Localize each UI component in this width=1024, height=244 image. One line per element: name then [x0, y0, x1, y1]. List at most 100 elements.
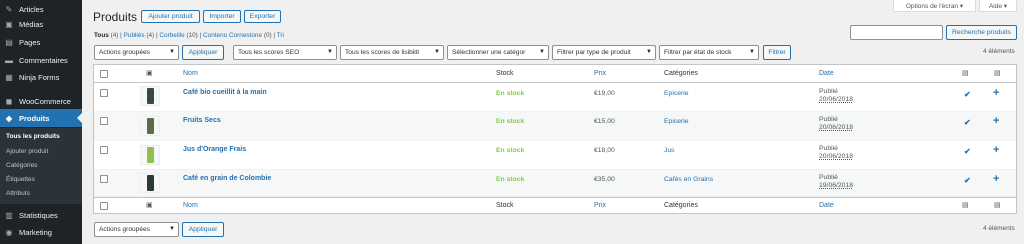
product-date: Publié 20/06/2018	[819, 145, 854, 160]
filter-cornerstone-link[interactable]: Contenu Cornestone (0)	[203, 32, 272, 39]
pages-icon: ▤	[5, 37, 13, 47]
comments-icon: ▬	[5, 55, 13, 65]
media-icon: ▣	[5, 19, 13, 29]
product-name-link[interactable]: Fruits Secs	[183, 117, 221, 124]
filter-published-link[interactable]: Publiés (4)	[124, 32, 155, 39]
seo-check-icon: ✔	[964, 147, 971, 156]
product-date: Publié 20/06/2018	[819, 88, 854, 103]
status-filter-links: Tous (4) | Publiés (4) | Corbeille (10) …	[94, 32, 284, 39]
category-link[interactable]: Jus	[664, 147, 675, 154]
category-link[interactable]: Epicerie	[664, 90, 689, 97]
product-name-link[interactable]: Café en grain de Colombie	[183, 175, 271, 182]
chevron-down-icon: ▼	[327, 49, 333, 55]
products-icon: ◆	[5, 113, 13, 123]
date-column-header[interactable]: Date	[819, 70, 834, 77]
filter-trash-link[interactable]: Corbeille (10)	[159, 32, 197, 39]
sidebar-item-produits[interactable]: ◆ Produits	[0, 109, 82, 127]
product-name-link[interactable]: Jus d'Orange Frais	[183, 146, 246, 153]
seo-column-icon: ▤	[962, 70, 969, 77]
row-checkbox[interactable]	[100, 146, 108, 154]
seo-check-icon: ✔	[964, 90, 971, 99]
add-icon[interactable]: +	[993, 87, 999, 99]
submenu-categories[interactable]: Catégories	[6, 162, 37, 169]
search-products-button[interactable]: Recherche produits	[946, 25, 1017, 40]
table-row: Café en grain de Colombie En stock €35,0…	[94, 170, 1016, 197]
price-column-footer[interactable]: Prix	[594, 202, 606, 209]
chevron-down-icon: ▼	[169, 49, 175, 55]
seo-column-icon: ▤	[962, 202, 969, 209]
add-product-button[interactable]: Ajouter produit	[141, 10, 200, 23]
product-price: €19,00	[594, 90, 615, 97]
sidebar-item-woocommerce[interactable]: ◼ WooCommerce	[0, 92, 82, 110]
product-price: €35,00	[594, 176, 615, 183]
import-button[interactable]: Importer	[203, 10, 241, 23]
date-column-footer[interactable]: Date	[819, 202, 834, 209]
readability-select[interactable]: Tous les scores de lisibilit ▼	[340, 45, 444, 60]
submenu-all-products[interactable]: Tous les produits	[6, 133, 60, 140]
category-select[interactable]: Sélectionner une catégor ▼	[447, 45, 549, 60]
table-row: Jus d'Orange Frais En stock €18,00 Jus P…	[94, 141, 1016, 170]
sidebar-item-comments[interactable]: ▬ Commentaires	[0, 51, 82, 69]
category-link[interactable]: Cafés en Grains	[664, 176, 713, 183]
submenu-attributes[interactable]: Attributs	[6, 190, 30, 197]
category-link[interactable]: Epicerie	[664, 118, 689, 125]
chevron-down-icon: ▼	[539, 49, 545, 55]
seo-score-select[interactable]: Tous les scores SEO ▼	[233, 45, 337, 60]
sort-link[interactable]: Tri	[277, 32, 284, 39]
product-image	[146, 147, 154, 163]
items-count-bottom: 4 éléments	[983, 225, 1015, 232]
image-column-icon: ▣	[146, 70, 153, 77]
chevron-down-icon: ▼	[749, 49, 755, 55]
table-row: Café bio cueillit à la main En stock €19…	[94, 84, 1016, 112]
product-thumbnail[interactable]	[140, 116, 160, 136]
price-column-header[interactable]: Prix	[594, 70, 606, 77]
products-submenu: Tous les produits Ajouter produit Catégo…	[0, 128, 82, 204]
search-input[interactable]	[850, 25, 943, 40]
stock-status-select[interactable]: Filtrer par état de stock ▼	[659, 45, 759, 60]
sidebar-item-ninja-forms[interactable]: ▦ Ninja Forms	[0, 68, 82, 86]
products-table: ▣ Nom Stock Prix Catégories Date ▤ ▤ Caf…	[93, 64, 1017, 214]
export-button[interactable]: Exporter	[244, 10, 281, 23]
add-icon[interactable]: +	[993, 173, 999, 185]
screen-options-tab[interactable]: Options de l'écran ▾	[893, 0, 976, 12]
product-name-link[interactable]: Café bio cueillit à la main	[183, 89, 267, 96]
apply-button[interactable]: Appliquer	[182, 45, 224, 60]
stock-status: En stock	[496, 176, 525, 183]
filter-button[interactable]: Filtrer	[763, 45, 791, 60]
bulk-actions-select-bottom[interactable]: Actions groupées ▼	[94, 222, 179, 237]
filter-all-link[interactable]: Tous (4)	[94, 32, 118, 39]
readability-column-icon: ▤	[994, 202, 1001, 209]
product-image	[146, 175, 154, 191]
seo-check-icon: ✔	[964, 176, 971, 185]
product-thumbnail[interactable]	[140, 145, 160, 165]
add-icon[interactable]: +	[993, 144, 999, 156]
row-checkbox[interactable]	[100, 117, 108, 125]
categories-column-footer: Catégories	[664, 202, 698, 209]
pin-icon: ✎	[5, 4, 13, 14]
bulk-actions-select[interactable]: Actions groupées ▼	[94, 45, 179, 60]
submenu-tags[interactable]: Étiquettes	[6, 176, 35, 183]
select-all-checkbox[interactable]	[100, 202, 108, 210]
submenu-add-product[interactable]: Ajouter produit	[6, 148, 48, 155]
product-thumbnail[interactable]	[140, 173, 160, 193]
chevron-down-icon: ▼	[434, 49, 440, 55]
select-all-checkbox[interactable]	[100, 70, 108, 78]
stock-status: En stock	[496, 90, 525, 97]
apply-button-bottom[interactable]: Appliquer	[182, 222, 224, 237]
add-icon[interactable]: +	[993, 115, 999, 127]
name-column-header[interactable]: Nom	[183, 70, 198, 77]
row-checkbox[interactable]	[100, 89, 108, 97]
chevron-down-icon: ▼	[646, 49, 652, 55]
name-column-footer[interactable]: Nom	[183, 202, 198, 209]
sidebar-item-stats[interactable]: ▥ Statistiques	[0, 206, 82, 224]
sidebar-item-marketing[interactable]: ◉ Marketing	[0, 223, 82, 241]
product-image	[146, 118, 154, 134]
product-thumbnail[interactable]	[140, 86, 160, 106]
items-count-top: 4 éléments	[983, 48, 1015, 55]
product-type-select[interactable]: Filtrer par type de produit ▼	[552, 45, 656, 60]
product-date: Publié 20/06/2018	[819, 116, 854, 131]
help-tab[interactable]: Aide ▾	[979, 0, 1017, 12]
sidebar-item-pages[interactable]: ▤ Pages	[0, 33, 82, 51]
sidebar-item-medias[interactable]: ▣ Médias	[0, 15, 82, 33]
row-checkbox[interactable]	[100, 175, 108, 183]
